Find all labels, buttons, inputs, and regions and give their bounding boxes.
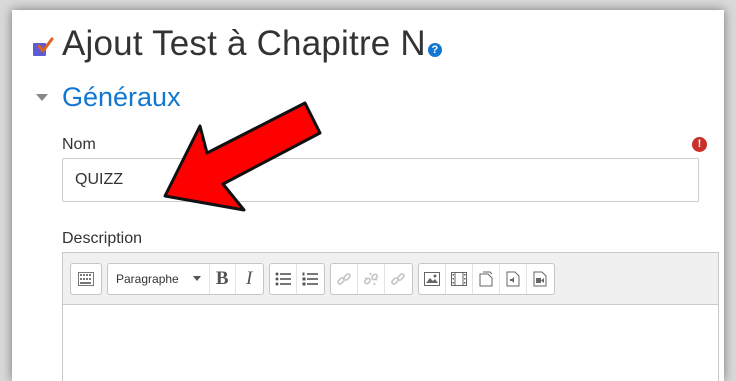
quiz-checkbox-icon	[32, 37, 54, 59]
toolbar-toggle-icon[interactable]	[71, 264, 101, 294]
italic-button[interactable]: I	[236, 264, 263, 294]
record-audio-icon[interactable]	[500, 263, 527, 294]
numbered-list-icon[interactable]	[297, 264, 324, 294]
question-circle-icon[interactable]: ?	[427, 43, 442, 57]
chevron-down-icon	[192, 276, 201, 281]
anchor-link-icon[interactable]	[385, 264, 412, 294]
record-video-icon[interactable]	[527, 264, 554, 294]
bold-button[interactable]: B	[208, 263, 236, 294]
image-icon[interactable]	[419, 263, 446, 294]
name-label: Nom	[62, 136, 96, 153]
manage-files-icon[interactable]	[473, 263, 500, 294]
form-panel: Ajout Test à Chapitre N ? Généraux Nom !…	[12, 10, 724, 381]
bullet-list-icon[interactable]	[270, 263, 297, 294]
media-icon[interactable]	[446, 263, 473, 294]
toolbar-group-lists	[268, 262, 325, 295]
red-arrow-annotation	[163, 101, 322, 212]
paragraph-format-label: Paragraphe	[116, 271, 179, 286]
toolbar-group-media	[417, 262, 555, 295]
page-title: Ajout Test à Chapitre N	[62, 24, 426, 63]
section-header-general[interactable]: Généraux	[36, 82, 181, 113]
caret-down-icon[interactable]	[36, 94, 48, 101]
toolbar-group-collapse	[70, 262, 102, 295]
description-editor[interactable]: Paragraphe B I	[62, 252, 719, 381]
page-header: Ajout Test à Chapitre N ?	[32, 24, 442, 64]
editor-toolbar: Paragraphe B I	[63, 253, 718, 305]
paragraph-format-select[interactable]: Paragraphe	[108, 264, 209, 294]
toolbar-group-style: Paragraphe B I	[107, 262, 264, 295]
link-icon[interactable]	[331, 263, 358, 294]
name-input[interactable]	[62, 158, 699, 202]
exclamation-circle-icon: !	[692, 137, 707, 152]
unlink-icon[interactable]	[358, 263, 385, 294]
description-label: Description	[62, 230, 143, 247]
toolbar-group-links	[329, 262, 413, 295]
